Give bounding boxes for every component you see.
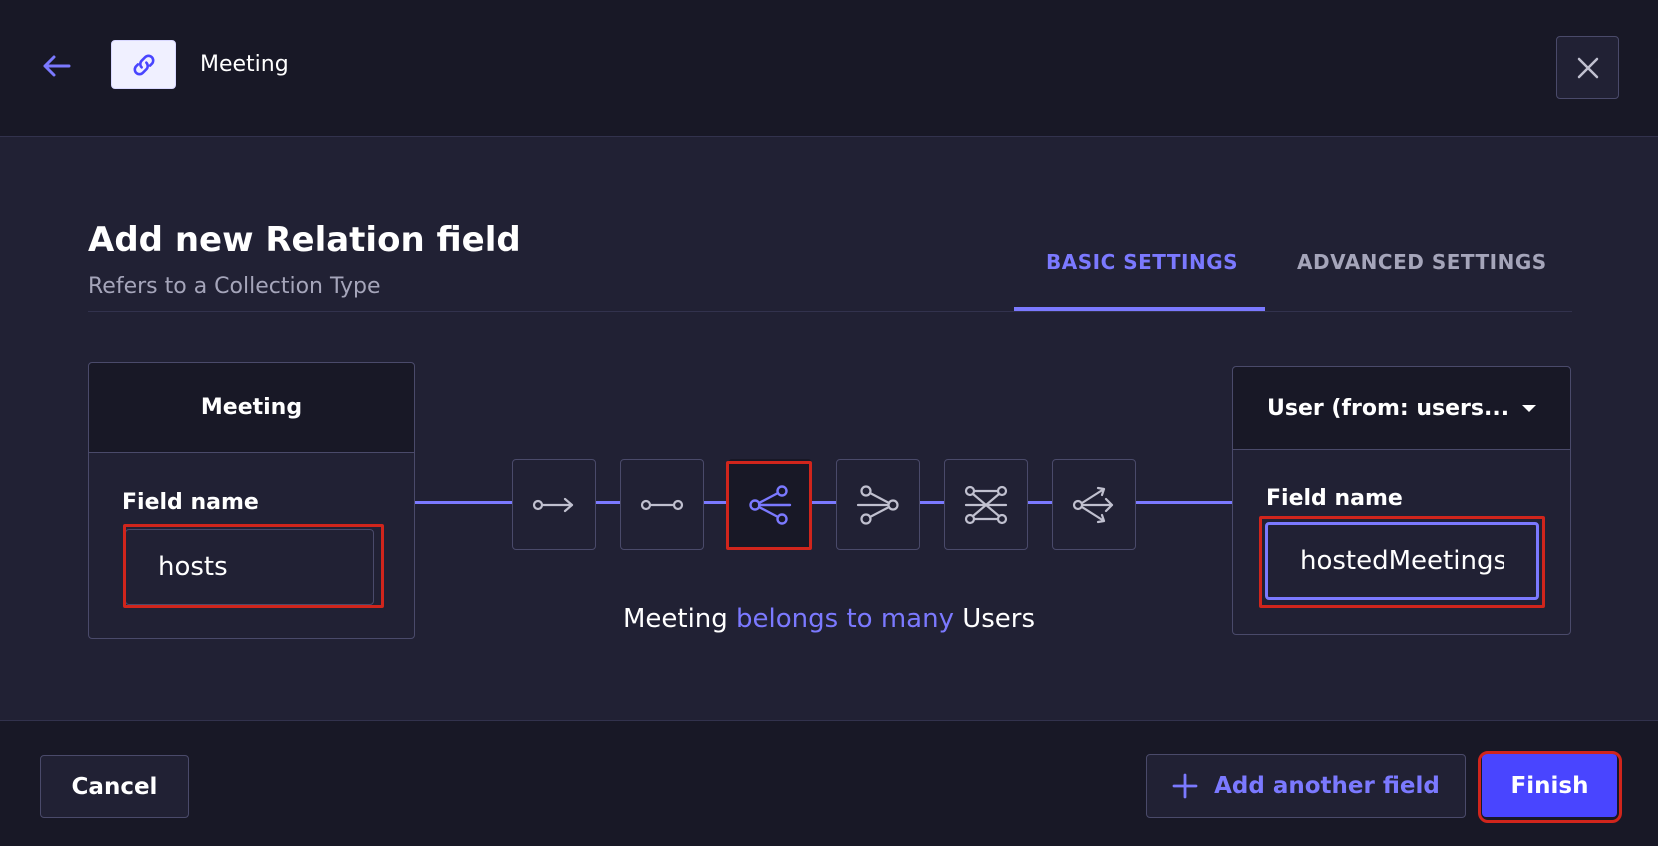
many-way-relation-icon [1072,486,1114,523]
one-to-many-relation-icon [856,484,899,525]
relation-type-badge [111,40,176,89]
link-icon [133,54,154,75]
target-field-label: Field name [1266,486,1403,511]
one-way-relation-icon [532,497,574,512]
target-collection-select[interactable]: User (from: users... [1233,367,1570,450]
relation-type-text: belongs to many [736,604,954,634]
relation-type-one-to-one[interactable] [620,459,704,550]
relation-target-name: Users [962,604,1036,634]
many-to-one-relation-icon [749,484,792,525]
finish-button[interactable]: Finish [1482,754,1617,817]
modal-header: Meeting [0,0,1658,137]
tabs-divider [88,311,1572,312]
back-button[interactable] [36,46,76,86]
tab-advanced-settings[interactable]: ADVANCED SETTINGS [1297,250,1547,274]
relation-type-many-to-many[interactable] [944,459,1028,550]
relation-type-one-to-many[interactable] [836,459,920,550]
target-collection-value: User (from: users... [1267,395,1510,421]
many-to-many-relation-icon [964,485,1008,524]
close-button[interactable] [1556,36,1619,99]
plus-icon [1172,773,1198,799]
tab-basic-settings[interactable]: BASIC SETTINGS [1046,250,1238,274]
arrow-left-icon [43,55,71,77]
page-subtitle: Refers to a Collection Type [88,274,381,299]
relation-type-one-way[interactable] [512,459,596,550]
cancel-button[interactable]: Cancel [40,755,189,818]
one-to-one-relation-icon [640,499,684,510]
page-title: Add new Relation field [88,220,521,260]
add-another-field-label: Add another field [1214,773,1440,799]
source-collection-card: Meeting Field name [88,362,415,639]
target-collection-card: User (from: users... Field name [1232,366,1571,635]
close-icon [1577,57,1598,78]
active-tab-indicator [1014,307,1265,311]
header-title: Meeting [200,52,289,77]
source-field-label: Field name [122,490,259,515]
caret-down-icon [1522,404,1536,412]
target-field-name-input[interactable] [1265,522,1539,600]
relation-type-many-way[interactable] [1052,459,1136,550]
relation-source-name: Meeting [622,604,728,634]
source-collection-title: Meeting [89,363,414,453]
source-field-name-input[interactable] [125,529,374,605]
relation-type-many-to-one[interactable] [728,459,812,550]
add-another-field-button[interactable]: Add another field [1146,754,1466,818]
